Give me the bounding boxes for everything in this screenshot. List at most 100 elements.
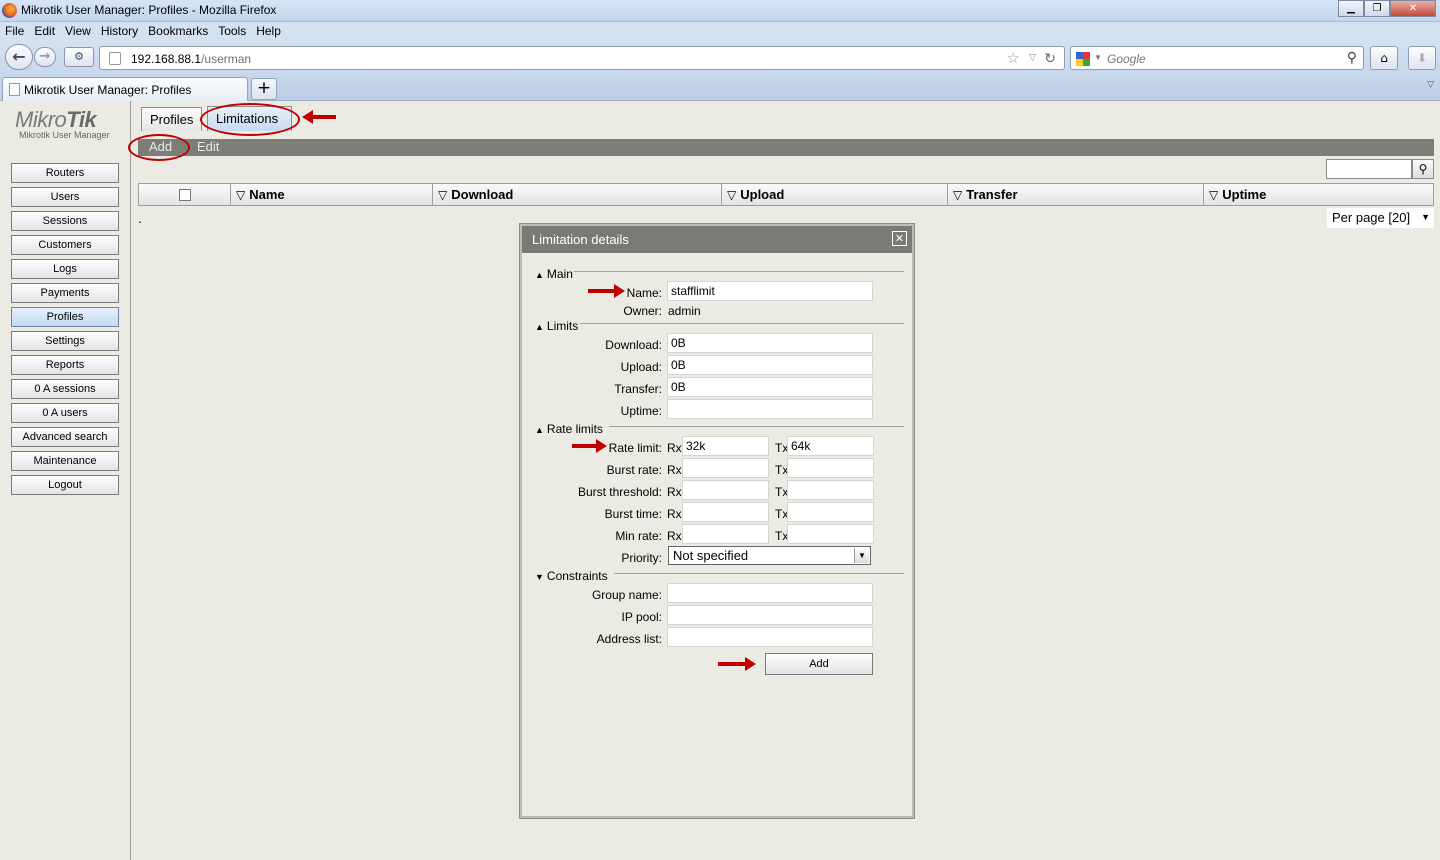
column-download[interactable]: ▽ Download xyxy=(433,184,722,205)
burst-time-tx-field[interactable] xyxy=(787,502,874,522)
collapse-triangle-icon: ▲ xyxy=(535,425,544,435)
download-field[interactable]: 0B xyxy=(667,333,873,353)
sidebar-item-payments[interactable]: Payments xyxy=(11,283,119,303)
bookmark-star-icon[interactable]: ☆ xyxy=(1007,49,1020,67)
annotation-arrow-add xyxy=(718,657,756,671)
reload-icon[interactable]: ↻ xyxy=(1044,50,1056,67)
menu-tools[interactable]: Tools xyxy=(213,22,251,42)
min-rate-tx-field[interactable] xyxy=(787,524,874,544)
expand-triangle-icon: ▼ xyxy=(535,572,544,582)
sidebar-item-settings[interactable]: Settings xyxy=(11,331,119,351)
menu-bar: File Edit View History Bookmarks Tools Help xyxy=(0,22,1440,42)
transfer-field[interactable]: 0B xyxy=(667,377,873,397)
search-placeholder: Google xyxy=(1107,52,1146,66)
burst-rate-tx-field[interactable] xyxy=(787,458,874,478)
column-name-label: Name xyxy=(249,187,285,202)
column-uptime[interactable]: ▽ Uptime xyxy=(1204,184,1433,205)
sidebar-item-reports[interactable]: Reports xyxy=(11,355,119,375)
menu-history[interactable]: History xyxy=(96,22,143,42)
address-bar[interactable]: 192.168.88.1/userman ☆ ▽ ↻ xyxy=(99,46,1065,70)
close-window-button[interactable]: ✕ xyxy=(1390,0,1436,17)
sort-icon: ▽ xyxy=(438,188,448,202)
sidebar-item-customers[interactable]: Customers xyxy=(11,235,119,255)
sidebar-item-0-a-sessions[interactable]: 0 A sessions xyxy=(11,379,119,399)
ip-pool-label: IP pool: xyxy=(621,610,662,624)
window-titlebar: Mikrotik User Manager: Profiles - Mozill… xyxy=(0,0,1440,22)
identity-icon[interactable]: ⚙ xyxy=(64,47,94,67)
sidebar-item-routers[interactable]: Routers xyxy=(11,163,119,183)
burst-threshold-rx-label: Rx xyxy=(667,485,682,499)
upload-label: Upload: xyxy=(620,360,662,374)
rate-limit-tx-field[interactable]: 64k xyxy=(787,436,874,456)
burst-time-rx-field[interactable] xyxy=(682,502,769,522)
section-limits[interactable]: ▲ Limits xyxy=(535,319,578,333)
rate-limit-rx-field[interactable]: 32k xyxy=(682,436,769,456)
browser-tab-bar: Mikrotik User Manager: Profiles + ▽ xyxy=(0,72,1440,101)
dialog-close-button[interactable]: ✕ xyxy=(892,231,907,246)
sidebar-item-maintenance[interactable]: Maintenance xyxy=(11,451,119,471)
sidebar-item-sessions[interactable]: Sessions xyxy=(11,211,119,231)
section-constraints[interactable]: ▼ Constraints xyxy=(535,569,608,583)
minimize-button[interactable]: ▁ xyxy=(1338,0,1364,17)
tab-profiles[interactable]: Profiles xyxy=(141,107,202,131)
sidebar-item-0-a-users[interactable]: 0 A users xyxy=(11,403,119,423)
rate-limit-rx-label: Rx xyxy=(667,441,682,455)
sidebar-item-users[interactable]: Users xyxy=(11,187,119,207)
home-icon[interactable]: ⌂ xyxy=(1370,46,1398,70)
url-path: /userman xyxy=(201,52,252,66)
address-list-field[interactable] xyxy=(667,627,873,647)
menu-edit[interactable]: Edit xyxy=(29,22,60,42)
search-icon[interactable]: ⚲ xyxy=(1347,49,1357,66)
firefox-icon xyxy=(2,3,17,18)
download-icon[interactable]: ⬇ xyxy=(1408,46,1436,70)
ip-pool-field[interactable] xyxy=(667,605,873,625)
sidebar-item-logout[interactable]: Logout xyxy=(11,475,119,495)
column-upload[interactable]: ▽ Upload xyxy=(722,184,948,205)
per-page-select[interactable]: Per page [20] ▼ xyxy=(1327,208,1434,228)
edit-button[interactable]: Edit xyxy=(197,139,219,154)
search-box[interactable]: ▼ Google ⚲ xyxy=(1070,46,1364,70)
back-arrow-icon[interactable]: ← xyxy=(5,44,33,70)
section-divider xyxy=(609,426,904,427)
search-engine-dropdown-icon[interactable]: ▼ xyxy=(1094,53,1102,62)
upload-field[interactable]: 0B xyxy=(667,355,873,375)
name-field[interactable]: stafflimit xyxy=(667,281,873,301)
burst-rate-rx-field[interactable] xyxy=(682,458,769,478)
min-rate-label: Min rate: xyxy=(615,529,662,543)
min-rate-rx-field[interactable] xyxy=(682,524,769,544)
section-main-label: Main xyxy=(546,267,573,281)
url-dropdown-icon[interactable]: ▽ xyxy=(1029,52,1036,63)
browser-tab-title: Mikrotik User Manager: Profiles xyxy=(24,83,192,97)
menu-file[interactable]: File xyxy=(0,22,29,42)
section-rate-limits-label: Rate limits xyxy=(546,422,603,436)
priority-select[interactable]: Not specified ▼ xyxy=(668,546,871,565)
group-name-field[interactable] xyxy=(667,583,873,603)
column-transfer[interactable]: ▽ Transfer xyxy=(948,184,1204,205)
dialog-add-button[interactable]: Add xyxy=(765,653,873,675)
section-main[interactable]: ▲ Main xyxy=(535,267,573,281)
burst-threshold-tx-field[interactable] xyxy=(787,480,874,500)
tab-list-chevron-icon[interactable]: ▽ xyxy=(1427,80,1434,90)
table-search-icon[interactable]: ⚲ xyxy=(1412,159,1434,179)
table-header: ▽ Name ▽ Download ▽ Upload ▽ Transfer ▽ Uptim… xyxy=(138,183,1434,206)
uptime-field[interactable] xyxy=(667,399,873,419)
column-download-label: Download xyxy=(451,187,514,202)
priority-value: Not specified xyxy=(673,548,749,563)
section-rate-limits[interactable]: ▲ Rate limits xyxy=(535,422,603,436)
limitation-details-dialog: Limitation details ✕ ▲ Main Name: staffli… xyxy=(520,224,914,818)
sidebar-item-logs[interactable]: Logs xyxy=(11,259,119,279)
select-all-checkbox[interactable] xyxy=(179,189,191,201)
new-tab-button[interactable]: + xyxy=(251,78,277,100)
sidebar: MikroTik Mikrotik User Manager Routers Us… xyxy=(0,101,131,860)
menu-bookmarks[interactable]: Bookmarks xyxy=(143,22,213,42)
menu-view[interactable]: View xyxy=(60,22,96,42)
column-name[interactable]: ▽ Name xyxy=(231,184,433,205)
table-search-input[interactable] xyxy=(1326,159,1412,179)
sidebar-item-profiles[interactable]: Profiles xyxy=(11,307,119,327)
forward-arrow-icon[interactable]: → xyxy=(34,47,56,67)
browser-tab[interactable]: Mikrotik User Manager: Profiles xyxy=(2,77,248,101)
maximize-button[interactable]: ❐ xyxy=(1364,0,1390,17)
menu-help[interactable]: Help xyxy=(251,22,286,42)
sidebar-item-advanced-search[interactable]: Advanced search xyxy=(11,427,119,447)
burst-threshold-rx-field[interactable] xyxy=(682,480,769,500)
